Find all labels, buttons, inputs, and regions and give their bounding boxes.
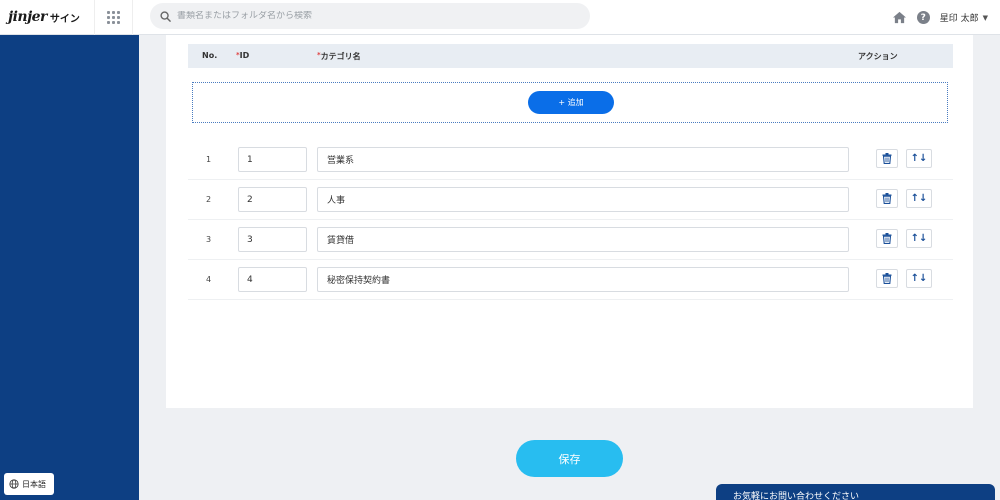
contact-chat-bar[interactable]: お気軽にお問い合わせください [716, 484, 995, 500]
apps-grid-icon [107, 10, 120, 24]
id-input[interactable]: 3 [238, 227, 307, 252]
id-input[interactable]: 4 [238, 267, 307, 292]
language-button[interactable]: 日本語 [4, 473, 54, 495]
trash-icon [882, 193, 892, 204]
sort-arrows-icon: ↑↓ [910, 193, 928, 204]
delete-button[interactable] [876, 149, 898, 168]
sort-button[interactable]: ↑↓ [906, 269, 932, 288]
sort-arrows-icon: ↑↓ [910, 153, 928, 164]
header-no: No. [202, 51, 218, 60]
sort-button[interactable]: ↑↓ [906, 149, 932, 168]
table-header: No. *ID *カテゴリ名 アクション [188, 44, 953, 68]
delete-button[interactable] [876, 269, 898, 288]
header-action: アクション [858, 52, 898, 61]
caret-down-icon: ▼ [982, 13, 988, 22]
category-name-input[interactable]: 人事 [317, 187, 849, 212]
sort-arrows-icon: ↑↓ [910, 273, 928, 284]
table-row: 3 3 賃貸借 ↑↓ [188, 220, 953, 260]
category-name-input[interactable]: 秘密保持契約書 [317, 267, 849, 292]
trash-icon [882, 153, 892, 164]
user-menu[interactable]: 星印 太郎 ▼ [939, 11, 988, 25]
trash-icon [882, 233, 892, 244]
table-row: 1 1 営業系 ↑↓ [188, 140, 953, 180]
row-number: 2 [206, 195, 212, 204]
help-icon[interactable]: ? [916, 11, 930, 24]
apps-grid-button[interactable] [95, 0, 133, 35]
sort-button[interactable]: ↑↓ [906, 229, 932, 248]
app-logo[interactable]: jinjer サイン [0, 0, 95, 35]
search-input[interactable] [177, 11, 577, 21]
header-id: *ID [236, 51, 249, 60]
row-number: 1 [206, 155, 212, 164]
top-header: jinjer サイン ? 星印 太郎 ▼ [0, 0, 1000, 35]
home-icon[interactable] [892, 11, 907, 24]
search-bar[interactable] [150, 3, 590, 29]
logo-main-text: jinjer [8, 9, 47, 25]
add-area: + 追加 [192, 82, 948, 123]
trash-icon [882, 273, 892, 284]
header-name: *カテゴリ名 [317, 51, 361, 62]
sort-arrows-icon: ↑↓ [910, 233, 928, 244]
id-input[interactable]: 2 [238, 187, 307, 212]
search-icon [160, 10, 171, 22]
user-name: 星印 太郎 [939, 14, 979, 24]
table-row: 4 4 秘密保持契約書 ↑↓ [188, 260, 953, 300]
header-id-label: ID [239, 51, 250, 60]
header-name-label: カテゴリ名 [320, 52, 361, 61]
sidebar [0, 35, 139, 500]
globe-icon [9, 479, 19, 489]
logo-sub-text: サイン [49, 13, 80, 25]
save-button[interactable]: 保存 [516, 440, 623, 477]
row-number: 4 [206, 275, 212, 284]
header-right: ? 星印 太郎 ▼ [892, 0, 988, 35]
add-button[interactable]: + 追加 [528, 91, 614, 114]
id-input[interactable]: 1 [238, 147, 307, 172]
row-number: 3 [206, 235, 212, 244]
category-name-input[interactable]: 賃貸借 [317, 227, 849, 252]
delete-button[interactable] [876, 189, 898, 208]
table-row: 2 2 人事 ↑↓ [188, 180, 953, 220]
category-name-input[interactable]: 営業系 [317, 147, 849, 172]
delete-button[interactable] [876, 229, 898, 248]
category-panel: No. *ID *カテゴリ名 アクション + 追加 1 1 営業系 ↑↓ 2 2 人事 ↑↓ 3… [166, 35, 973, 408]
language-label: 日本語 [22, 479, 46, 489]
sort-button[interactable]: ↑↓ [906, 189, 932, 208]
